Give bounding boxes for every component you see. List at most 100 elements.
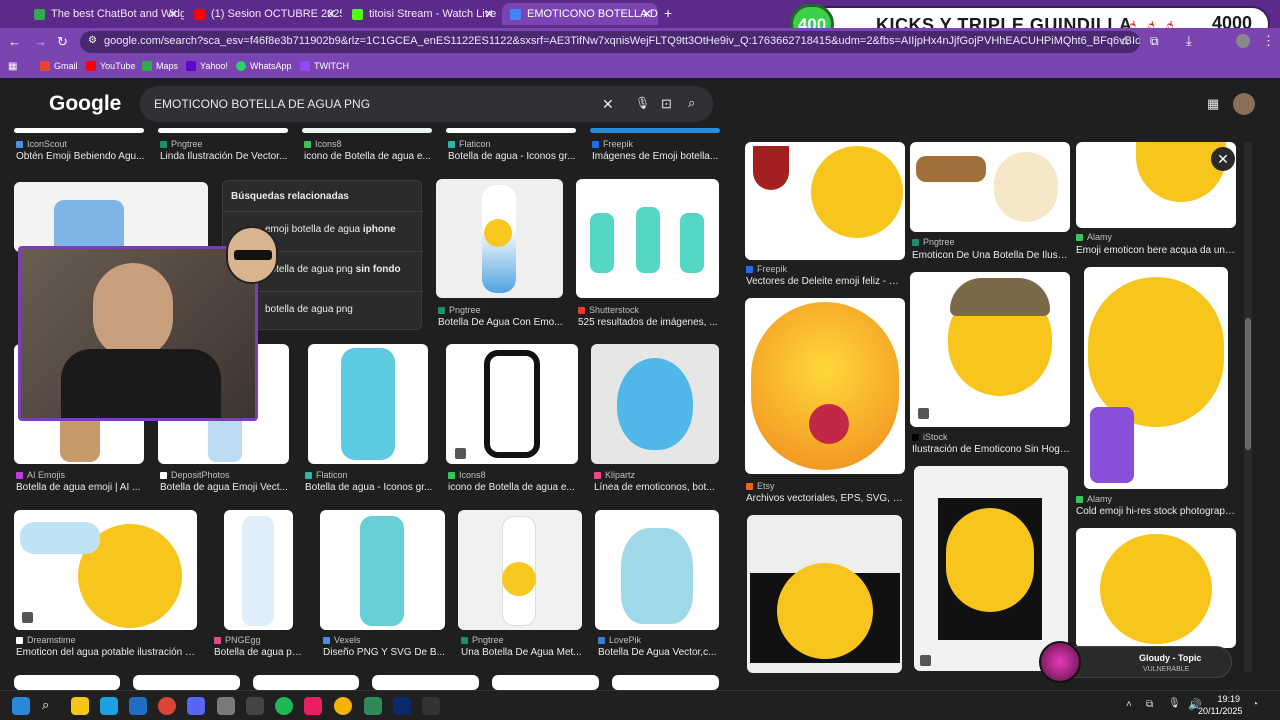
result-image[interactable] [253, 675, 359, 690]
result-caption[interactable]: Linda Ilustración De Vector... [160, 151, 290, 162]
apps-grid-icon[interactable]: ▦ [1207, 96, 1219, 112]
close-icon[interactable]: ✕ [326, 7, 336, 21]
close-preview-button[interactable]: ✕ [1211, 147, 1235, 171]
result-caption[interactable]: Botella De Agua Con Emo... [438, 317, 564, 328]
menu-icon[interactable]: ⋮ [1262, 33, 1275, 49]
search-icon[interactable]: ⌕ [42, 697, 60, 715]
search-input[interactable]: EMOTICONO BOTELLA DE AGUA PNG [140, 86, 713, 122]
extensions-icon[interactable]: ⧉ [1150, 34, 1159, 49]
photoshop-icon[interactable] [393, 697, 411, 715]
scrollbar-thumb[interactable] [1245, 318, 1251, 450]
result-image[interactable] [595, 510, 719, 630]
result-image[interactable] [446, 344, 578, 464]
site-info-icon[interactable]: ⚙ [88, 35, 97, 46]
result-image[interactable] [914, 466, 1068, 671]
back-icon[interactable]: ← [8, 34, 21, 49]
result-image[interactable] [458, 510, 582, 630]
profile-avatar[interactable] [1236, 34, 1250, 48]
google-logo[interactable]: Google [49, 92, 121, 116]
result-caption[interactable]: Archivos vectoriales, EPS, SVG, P... [746, 493, 904, 504]
result-image[interactable] [446, 128, 576, 133]
bookmark-star-icon[interactable]: ☆ [1120, 34, 1131, 48]
chrome-icon[interactable] [158, 697, 176, 715]
tab-kick[interactable]: titoisi Stream - Watch Live on K✕ [344, 3, 500, 25]
result-caption[interactable]: Botella de agua - Iconos gr... [305, 482, 435, 493]
windows-start-icon[interactable] [12, 697, 30, 715]
result-image[interactable] [14, 675, 120, 690]
result-caption[interactable]: Emoji emoticon bere acqua da una... [1076, 245, 1236, 256]
snipping-icon[interactable] [217, 697, 235, 715]
search-icon[interactable]: ⌕ [688, 95, 695, 111]
close-icon[interactable]: ✕ [642, 7, 652, 21]
result-caption[interactable]: icono de Botella de agua e... [448, 482, 578, 493]
result-caption[interactable]: Botella de agua emoji | AI ... [16, 482, 146, 493]
result-image[interactable] [492, 675, 599, 690]
account-avatar[interactable] [1233, 93, 1255, 115]
result-image[interactable] [590, 128, 720, 133]
app-icon[interactable] [304, 697, 322, 715]
result-caption[interactable]: Botella de agua pn... [214, 647, 304, 658]
spotify-icon[interactable] [275, 697, 293, 715]
result-image[interactable] [576, 179, 719, 298]
result-image[interactable] [747, 515, 902, 673]
lens-icon[interactable]: ⊡ [661, 96, 672, 112]
result-image[interactable] [302, 128, 432, 133]
tab-youtube[interactable]: (1) Sesion OCTUBRE 2025 I ✕ [186, 3, 342, 25]
result-image[interactable] [133, 675, 240, 690]
app-icon[interactable] [364, 697, 382, 715]
result-caption[interactable]: Emoticon del agua potable ilustración d.… [16, 647, 196, 658]
result-image[interactable] [436, 179, 563, 298]
epic-games-icon[interactable] [422, 697, 440, 715]
bookmark-twitch[interactable]: TWITCH [300, 61, 349, 71]
reload-icon[interactable]: ↻ [57, 34, 68, 50]
result-caption[interactable]: Línea de emoticonos, bot... [594, 482, 720, 493]
download-icon[interactable]: ⤓ [1186, 33, 1192, 49]
result-image[interactable] [14, 510, 197, 630]
bookmark-gmail[interactable]: Gmail [40, 61, 78, 71]
discord-icon[interactable] [187, 697, 205, 715]
result-image[interactable] [14, 182, 208, 252]
result-image[interactable] [910, 272, 1070, 427]
bookmark-yahoo[interactable]: Yahoo! [186, 61, 228, 71]
result-caption[interactable]: Imágenes de Emoji botella... [592, 151, 722, 162]
new-tab-icon[interactable]: + [664, 5, 672, 21]
result-caption[interactable]: Botella De Agua Vector,c... [598, 647, 720, 658]
result-caption[interactable]: icono de Botella de agua e... [304, 151, 434, 162]
bookmark-whatsapp[interactable]: WhatsApp [236, 61, 292, 71]
result-caption[interactable]: Una Botella De Agua Met... [461, 647, 583, 658]
microphone-icon[interactable]: 🎙 [1168, 698, 1181, 709]
result-caption[interactable]: 525 resultados de imágenes, ... [578, 317, 718, 328]
notifications-icon[interactable]: ◔ [1252, 699, 1258, 710]
close-icon[interactable]: ✕ [168, 7, 178, 21]
result-caption[interactable]: Cold emoji hi-res stock photograph... [1076, 506, 1236, 517]
result-image[interactable] [320, 510, 445, 630]
result-caption[interactable]: Botella de agua Emoji Vect... [160, 482, 290, 493]
result-image[interactable] [1084, 267, 1228, 489]
tab-google-search[interactable]: EMOTICONO BOTELLA DE AGU✕ [502, 3, 658, 25]
result-image[interactable] [308, 344, 428, 464]
result-caption[interactable]: Emoticon De Una Botella De Ilustr... [912, 250, 1070, 261]
result-image[interactable] [224, 510, 293, 630]
result-image[interactable] [910, 142, 1070, 232]
result-image[interactable] [591, 344, 719, 464]
coin-app-icon[interactable] [334, 697, 352, 715]
result-caption[interactable]: Botella de agua - Iconos gr... [448, 151, 578, 162]
result-caption[interactable]: Diseño PNG Y SVG De B... [323, 647, 445, 658]
result-caption[interactable]: Obtén Emoji Bebiendo Agu... [16, 151, 146, 162]
chevron-up-icon[interactable]: ˄ [1126, 699, 1132, 710]
address-field[interactable]: google.com/search?sca_esv=f46f8e3b711902… [80, 31, 1140, 53]
result-image[interactable] [612, 675, 719, 690]
bookmark-maps[interactable]: Maps [142, 61, 178, 71]
clear-icon[interactable]: ✕ [602, 96, 614, 113]
result-caption[interactable]: Ilustración de Emoticono Sin Hoga... [912, 444, 1070, 455]
file-explorer-icon[interactable] [71, 697, 89, 715]
tab-chatbot[interactable]: The best ChatBot and Widgets✕ [26, 3, 184, 25]
result-image[interactable] [1076, 528, 1236, 648]
network-icon[interactable]: ⧉ [1146, 699, 1153, 710]
clock-date[interactable]: 20/11/2025 [1198, 706, 1242, 716]
pc-app-icon[interactable] [246, 697, 264, 715]
apps-grid-icon[interactable]: ▦ [8, 61, 17, 72]
result-image[interactable] [745, 298, 905, 474]
result-image[interactable] [158, 128, 288, 133]
forward-icon[interactable]: → [34, 34, 47, 49]
